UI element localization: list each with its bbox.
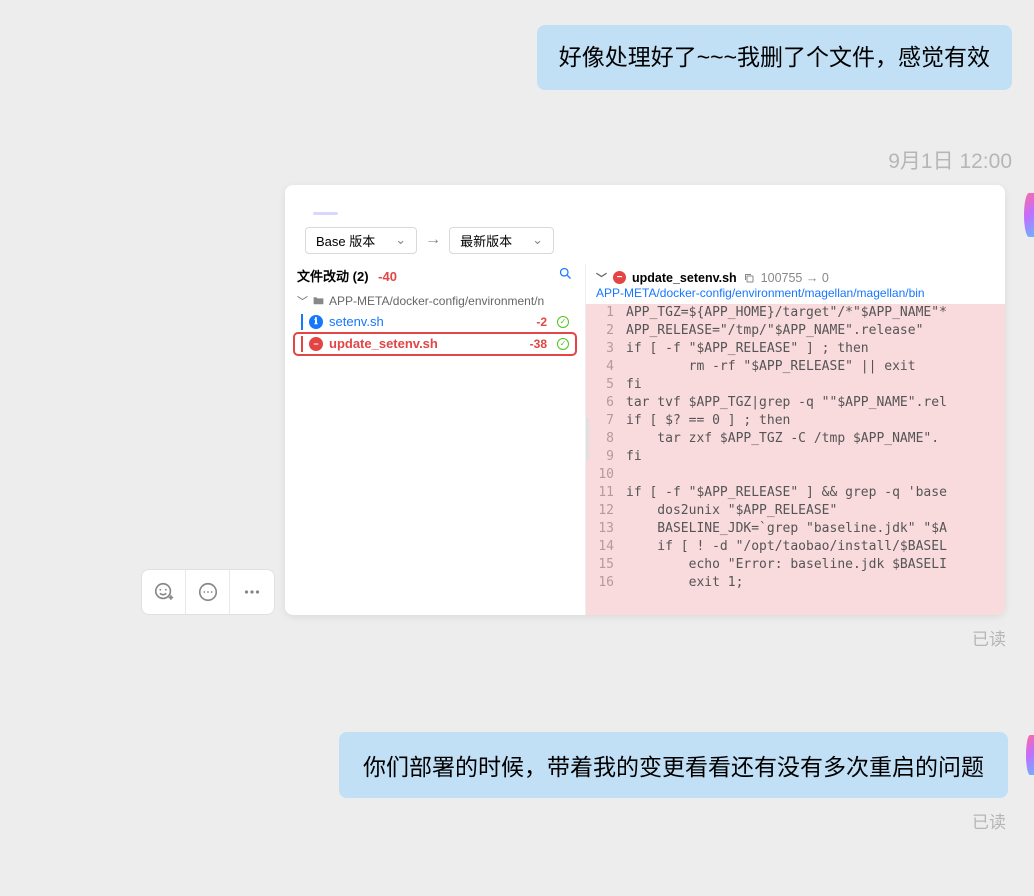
avatar[interactable] (1024, 193, 1034, 237)
message-bubble: 你们部署的时候，带着我的变更看看还有没有多次重启的问题 (339, 732, 1008, 798)
diff-filename: update_setenv.sh (632, 271, 737, 285)
file-name: setenv.sh (329, 314, 530, 329)
file-diff: -38 (530, 337, 547, 351)
reactions-panel (141, 569, 275, 615)
chevron-down-icon[interactable]: ﹀ (596, 270, 607, 286)
read-status: 已读 (972, 808, 1006, 833)
code-line: 12 dos2unix "$APP_RELEASE" (586, 502, 1005, 520)
chevron-down-icon: ﹀ (297, 293, 308, 309)
code-line: 16 exit 1; (586, 574, 1005, 592)
folder-path: APP-META/docker-config/environment/n (329, 294, 544, 308)
base-label: Base 版本 (316, 231, 375, 250)
code-line: 5fi (586, 376, 1005, 394)
latest-label: 最新版本 (460, 231, 512, 250)
deleted-bar (301, 336, 303, 352)
read-status: 已读 (972, 625, 1006, 650)
comment-button[interactable] (186, 570, 230, 614)
timestamp: 9月1日 12:00 (888, 145, 1012, 175)
code-line: 4 rm -rf "$APP_RELEASE" || exit (586, 358, 1005, 376)
code-line: 9fi (586, 448, 1005, 466)
drag-handle[interactable] (585, 418, 589, 460)
info-icon: ℹ (309, 315, 323, 329)
avatar[interactable] (1026, 735, 1034, 775)
code-line: 3if [ -f "$APP_RELEASE" ] ; then (586, 340, 1005, 358)
code-line: 1APP_TGZ=${APP_HOME}/target"/*"$APP_NAME… (586, 304, 1005, 322)
modified-bar (301, 314, 303, 330)
code-line: 10 (586, 466, 1005, 484)
minus-icon: − (309, 337, 323, 351)
code-line: 15 echo "Error: baseline.jdk $BASELI (586, 556, 1005, 574)
check-icon: ✓ (557, 338, 569, 350)
diff-path[interactable]: APP-META/docker-config/environment/magel… (596, 286, 995, 300)
message-bubble: 好像处理好了~~~我删了个文件，感觉有效 (537, 25, 1012, 90)
deleted-icon: − (613, 271, 626, 284)
file-row-modified[interactable]: ℹ setenv.sh -2 ✓ (297, 312, 573, 332)
emoji-reaction-button[interactable] (142, 570, 186, 614)
code-line: 6tar tvf $APP_TGZ|grep -q ""$APP_NAME".r… (586, 394, 1005, 412)
code-line: 8 tar zxf $APP_TGZ -C /tmp $APP_NAME". (586, 430, 1005, 448)
card-top-decoration (285, 185, 1005, 215)
permissions: 100755 → 0 (761, 271, 829, 285)
search-icon[interactable] (558, 266, 573, 284)
message-text: 你们部署的时候，带着我的变更看看还有没有多次重启的问题 (363, 754, 984, 780)
code-lines: 1APP_TGZ=${APP_HOME}/target"/*"$APP_NAME… (586, 304, 1005, 592)
code-line: 7if [ $? == 0 ] ; then (586, 412, 1005, 430)
message-text: 好像处理好了~~~我删了个文件，感觉有效 (559, 44, 990, 70)
folder-path-row[interactable]: ﹀ APP-META/docker-config/environment/n (297, 293, 573, 309)
file-diff: -2 (536, 315, 547, 329)
code-line: 11if [ -f "$APP_RELEASE" ] && grep -q 'b… (586, 484, 1005, 502)
latest-version-select[interactable]: 最新版本 (449, 227, 554, 254)
check-icon: ✓ (557, 316, 569, 328)
screenshot-attachment[interactable]: Base 版本 → 最新版本 文件改动 (2) -40 (285, 185, 1005, 615)
file-changes-panel: 文件改动 (2) -40 ﹀ APP-META/docker-config/en (285, 264, 585, 615)
arrow-icon: → (425, 231, 441, 249)
copy-icon[interactable] (743, 272, 755, 284)
total-diff: -40 (378, 269, 397, 284)
code-line: 2APP_RELEASE="/tmp/"$APP_NAME".release" (586, 322, 1005, 340)
code-line: 13 BASELINE_JDK=`grep "baseline.jdk" "$A (586, 520, 1005, 538)
code-line: 14 if [ ! -d "/opt/taobao/install/$BASEL (586, 538, 1005, 556)
code-diff-panel: ﹀ − update_setenv.sh 100755 → 0 APP-META… (585, 264, 1005, 615)
file-row-deleted[interactable]: − update_setenv.sh -38 ✓ (297, 334, 573, 354)
base-version-select[interactable]: Base 版本 (305, 227, 417, 254)
more-button[interactable] (230, 570, 274, 614)
file-name: update_setenv.sh (329, 336, 524, 351)
folder-icon (312, 294, 325, 307)
changes-title: 文件改动 (2) -40 (297, 266, 397, 285)
